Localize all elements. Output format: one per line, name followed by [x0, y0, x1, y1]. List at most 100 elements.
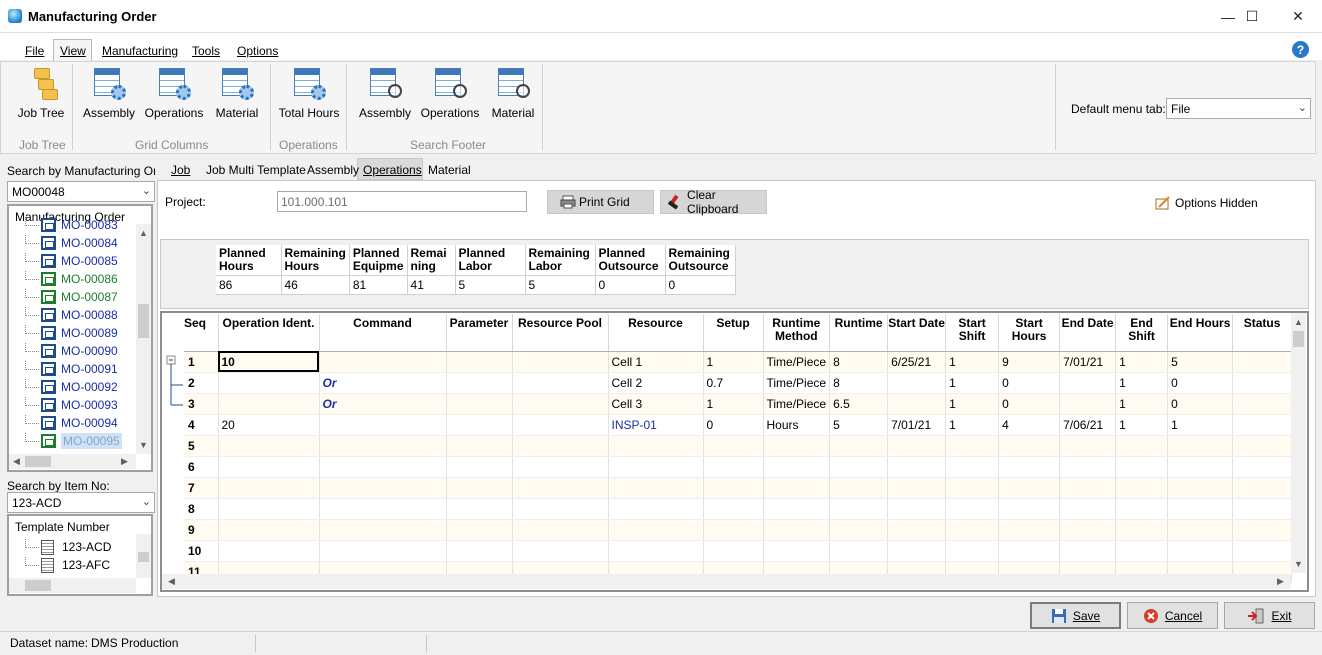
table-cell[interactable]: 6 [184, 456, 219, 478]
table-cell[interactable] [446, 519, 513, 541]
column-header[interactable]: Operation Ident. [218, 314, 320, 352]
table-cell[interactable]: 5 [1167, 351, 1234, 373]
table-cell[interactable]: Time/Piece [763, 372, 831, 394]
table-cell[interactable] [763, 456, 831, 478]
table-cell[interactable] [1115, 519, 1169, 541]
table-cell[interactable]: 1 [1115, 372, 1169, 394]
table-cell[interactable] [446, 540, 513, 562]
table-cell[interactable] [1059, 519, 1117, 541]
tab-material[interactable]: Material [428, 160, 471, 180]
search-mo-select[interactable]: MO00048 ⌄ [7, 181, 155, 202]
table-cell[interactable]: 7/01/21 [1059, 351, 1117, 373]
table-cell[interactable] [829, 477, 889, 499]
table-cell[interactable]: 6/25/21 [887, 351, 947, 373]
mo-tree-item[interactable]: MO-00089 [9, 324, 118, 342]
column-header[interactable]: End Shift [1115, 314, 1169, 352]
table-cell[interactable] [887, 477, 947, 499]
table-cell[interactable] [1232, 435, 1293, 457]
help-icon[interactable]: ? [1292, 41, 1309, 58]
table-cell[interactable] [446, 372, 513, 394]
table-cell[interactable] [512, 540, 609, 562]
mo-tree-item[interactable]: MO-00086 [9, 270, 118, 288]
table-row[interactable]: 9 [184, 519, 1293, 541]
table-cell[interactable] [608, 540, 704, 562]
search-footer-material-button[interactable]: Material [488, 66, 538, 128]
grid-vscroll[interactable]: ▲ ▼ [1291, 313, 1306, 573]
table-cell[interactable] [703, 435, 764, 457]
table-cell[interactable] [608, 456, 704, 478]
table-cell[interactable] [945, 498, 1000, 520]
table-cell[interactable] [1232, 498, 1293, 520]
table-cell[interactable] [319, 351, 447, 373]
mo-tree-item[interactable]: MO-00087 [9, 288, 118, 306]
template-hscroll[interactable] [9, 578, 136, 593]
grid-columns-assembly-button[interactable]: Assembly [80, 66, 138, 128]
scroll-thumb[interactable] [138, 304, 149, 338]
table-cell[interactable] [945, 477, 1000, 499]
table-cell[interactable] [1059, 498, 1117, 520]
table-cell[interactable] [829, 498, 889, 520]
table-cell[interactable]: Hours [763, 414, 831, 436]
column-header[interactable]: Start Date [887, 314, 947, 352]
scroll-thumb[interactable] [1293, 331, 1304, 347]
table-cell[interactable] [319, 435, 447, 457]
table-cell[interactable] [446, 498, 513, 520]
table-row[interactable]: 4 20 INSP-01 0 Hours 5 7/01/21 1 4 7/06/21 1 1 [184, 414, 1293, 436]
column-header[interactable]: Parameter [446, 314, 513, 352]
table-cell[interactable] [945, 435, 1000, 457]
menu-file[interactable]: File [25, 44, 44, 58]
table-cell[interactable]: 1 [184, 351, 219, 373]
table-cell[interactable]: 4 [184, 414, 219, 436]
table-cell[interactable] [1115, 456, 1169, 478]
table-cell[interactable]: 1 [703, 393, 764, 415]
table-cell[interactable] [829, 456, 889, 478]
job-tree-button[interactable]: Job Tree [14, 66, 68, 128]
total-hours-button[interactable]: Total Hours [276, 66, 342, 128]
table-cell[interactable] [446, 393, 513, 415]
table-cell[interactable] [887, 519, 947, 541]
table-row[interactable]: 3 Or Cell 3 1 Time/Piece 6.5 1 0 1 0 [184, 393, 1293, 415]
scroll-thumb[interactable] [138, 552, 149, 562]
column-header[interactable]: Resource [608, 314, 704, 352]
table-cell[interactable] [218, 456, 320, 478]
column-header[interactable]: Status [1232, 314, 1293, 352]
table-cell[interactable] [998, 519, 1061, 541]
table-cell[interactable]: 0 [1167, 393, 1234, 415]
table-cell[interactable] [1115, 540, 1169, 562]
table-cell[interactable] [1232, 477, 1293, 499]
table-cell[interactable]: 6.5 [829, 393, 889, 415]
mo-tree-vscroll[interactable]: ▲ ▼ [136, 224, 151, 454]
table-cell[interactable] [218, 393, 320, 415]
mo-tree-item[interactable]: MO-00084 [9, 234, 118, 252]
column-header[interactable]: Setup [703, 314, 764, 352]
grid-columns-material-button[interactable]: Material [212, 66, 262, 128]
table-row[interactable]: 1 10 Cell 1 1 Time/Piece 8 6/25/21 1 9 7/01/21 1 5 [184, 351, 1293, 373]
table-cell[interactable]: 1 [1167, 414, 1234, 436]
table-cell[interactable] [218, 498, 320, 520]
table-cell[interactable]: 3 [184, 393, 219, 415]
table-cell[interactable] [319, 498, 447, 520]
table-cell[interactable] [218, 519, 320, 541]
table-cell[interactable]: 0 [1167, 372, 1234, 394]
mo-tree-item[interactable]: MO-00093 [9, 396, 118, 414]
close-button[interactable]: ✕ [1275, 0, 1321, 33]
mo-tree-item[interactable]: MO-00095 [9, 432, 122, 450]
column-header[interactable]: End Hours [1167, 314, 1234, 352]
table-cell[interactable] [763, 519, 831, 541]
table-cell[interactable] [1232, 372, 1293, 394]
mo-tree-item[interactable]: MO-00092 [9, 378, 118, 396]
table-cell[interactable] [887, 540, 947, 562]
mo-tree-item[interactable]: MO-00088 [9, 306, 118, 324]
table-cell[interactable]: 10 [184, 540, 219, 562]
mo-tree-hscroll[interactable]: ◀ ▶ [9, 454, 136, 469]
table-cell[interactable]: 20 [218, 414, 320, 436]
table-cell[interactable]: 7/01/21 [887, 414, 947, 436]
table-cell[interactable] [1059, 456, 1117, 478]
table-cell[interactable] [446, 477, 513, 499]
table-cell[interactable] [703, 498, 764, 520]
table-cell[interactable] [218, 477, 320, 499]
scroll-thumb[interactable] [25, 580, 51, 591]
tree-collapse-icon[interactable] [166, 355, 184, 419]
table-cell[interactable] [446, 351, 513, 373]
table-cell[interactable] [512, 456, 609, 478]
